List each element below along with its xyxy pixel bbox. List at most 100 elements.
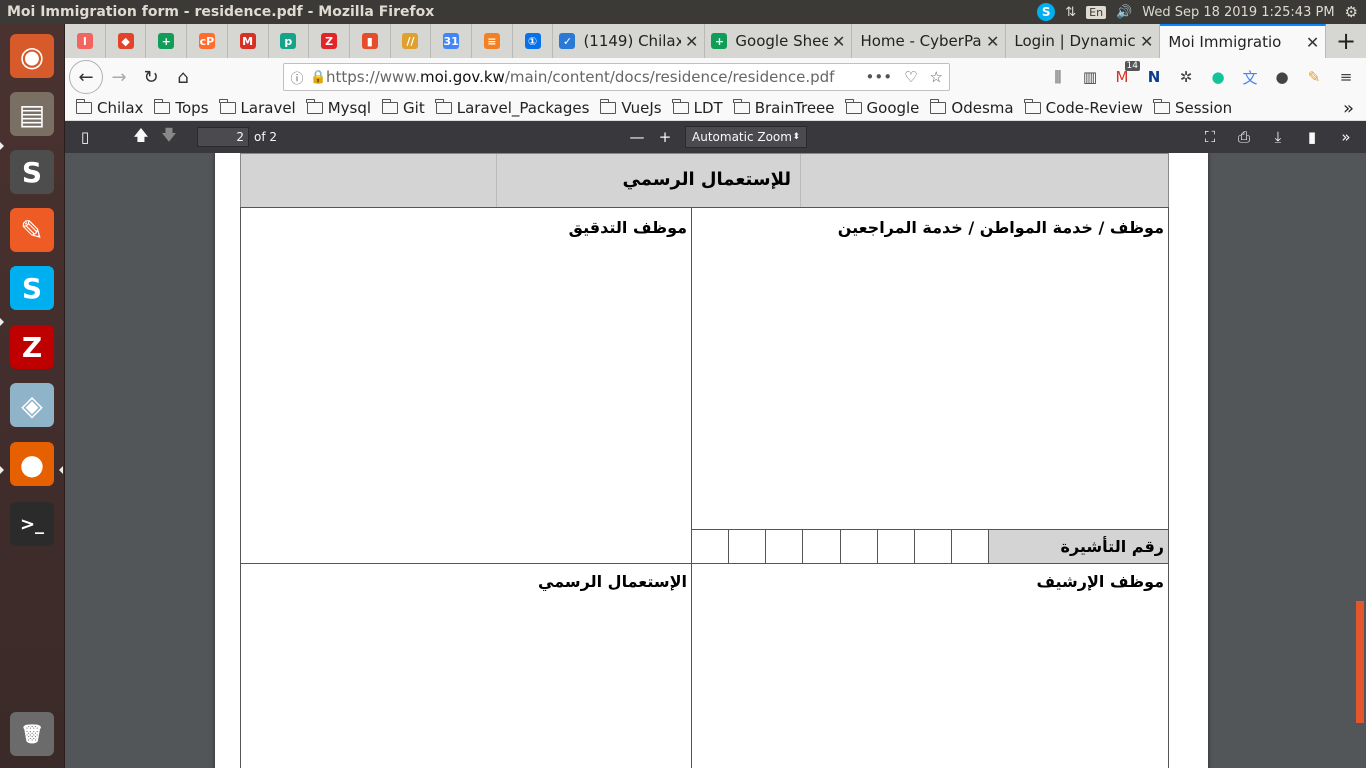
gitlab-tab-icon: ◆: [117, 33, 134, 49]
visa-digit-box[interactable]: [691, 529, 730, 564]
tab[interactable]: Home - CyberPan ✕: [852, 24, 1007, 58]
pinned-tab[interactable]: //: [391, 24, 432, 58]
section-title: للإستعمال الرسمي: [622, 169, 791, 190]
launcher-item[interactable]: S: [6, 146, 58, 198]
skype-tray-icon[interactable]: S: [1037, 3, 1056, 21]
bookmark-folder[interactable]: Chilax: [75, 99, 143, 117]
pinned-tab[interactable]: ▮: [350, 24, 391, 58]
forward-button[interactable]: →: [103, 61, 135, 93]
launcher-item[interactable]: Z: [6, 321, 58, 373]
library-icon[interactable]: ⫼: [1046, 65, 1070, 89]
keyboard-language-indicator[interactable]: En: [1086, 5, 1107, 19]
citizen-service-officer-label: موظف / خدمة المواطن / خدمة المراجعين: [837, 218, 1164, 237]
bookmarks-overflow-icon[interactable]: »: [1343, 98, 1354, 119]
vertical-scrollbar-thumb[interactable]: [1356, 601, 1364, 723]
translate-icon[interactable]: 文: [1238, 65, 1262, 89]
bookmark-folder[interactable]: Google: [845, 99, 919, 117]
visa-digit-box[interactable]: [913, 529, 952, 564]
reload-button[interactable]: ↻: [135, 61, 167, 93]
visa-digit-box[interactable]: [728, 529, 767, 564]
bookmark-folder[interactable]: LDT: [672, 99, 723, 117]
tab[interactable]: + Google Sheets✕: [705, 24, 853, 58]
bookmark-folder[interactable]: Session: [1153, 99, 1232, 117]
close-tab-icon[interactable]: ✕: [1140, 32, 1153, 51]
zoom-out-button[interactable]: —: [623, 125, 651, 149]
zoom-in-button[interactable]: +: [651, 125, 679, 149]
launcher-item[interactable]: 🗑: [6, 708, 58, 760]
download-button[interactable]: ⤓: [1264, 125, 1292, 149]
clock[interactable]: Wed Sep 18 2019 1:25:43 PM: [1142, 5, 1334, 20]
bookmark-folder[interactable]: Code-Review: [1024, 99, 1143, 117]
pinned-tab[interactable]: M: [228, 24, 269, 58]
pencil-extension-icon[interactable]: ✎: [1302, 65, 1326, 89]
pocket-icon[interactable]: ♡: [904, 68, 917, 86]
pinned-tab[interactable]: ◆: [106, 24, 147, 58]
launcher-item[interactable]: ◉: [6, 30, 58, 82]
volume-icon[interactable]: 🔊: [1116, 5, 1132, 20]
launcher-item[interactable]: ●: [6, 438, 58, 490]
tab[interactable]: Login | Dynamic C✕: [1006, 24, 1161, 58]
toggle-sidebar-button[interactable]: ▯: [71, 125, 99, 149]
site-info-icon[interactable]: ⓘ: [284, 68, 310, 87]
pinned-tab[interactable]: Z: [309, 24, 350, 58]
bookmark-folder[interactable]: BrainTreee: [733, 99, 835, 117]
account-icon[interactable]: ●: [1270, 65, 1294, 89]
power-gear-icon[interactable]: ⚙: [1345, 3, 1358, 21]
bookmark-folder[interactable]: Laravel: [219, 99, 296, 117]
visa-digit-box[interactable]: [876, 529, 915, 564]
back-button[interactable]: ←: [69, 60, 103, 94]
close-tab-icon[interactable]: ✕: [685, 32, 698, 51]
launcher-item[interactable]: ✎: [6, 204, 58, 256]
sidebar-icon[interactable]: ▥: [1078, 65, 1102, 89]
bookmark-folder[interactable]: Odesma: [929, 99, 1014, 117]
tab-active[interactable]: Moi Immigratio ✕: [1160, 24, 1327, 58]
visa-digit-box[interactable]: [950, 529, 989, 564]
gear-extension-icon[interactable]: ✲: [1174, 65, 1198, 89]
launcher-item[interactable]: S: [6, 262, 58, 314]
page-number-input[interactable]: 2: [197, 127, 249, 147]
menu-hamburger-icon[interactable]: ≡: [1334, 65, 1358, 89]
tab[interactable]: ✓ (1149) Chilax /✕: [553, 24, 706, 58]
presentation-mode-button[interactable]: ⛶: [1196, 125, 1224, 149]
bookmark-star-icon[interactable]: ☆: [930, 68, 943, 86]
pinned-tab[interactable]: ≡: [472, 24, 513, 58]
n-extension-icon[interactable]: N: [1142, 65, 1166, 89]
bookmark-folder[interactable]: Mysql: [306, 99, 372, 117]
pdf-viewer-container[interactable]: للإستعمال الرسمي موظف التدقيق موظف / خدم…: [65, 153, 1366, 768]
bookmark-folder[interactable]: Laravel_Packages: [435, 99, 589, 117]
close-tab-icon[interactable]: ✕: [832, 32, 845, 51]
new-tab-button[interactable]: +: [1326, 24, 1366, 58]
home-button[interactable]: ⌂: [167, 61, 199, 93]
launcher-item[interactable]: ◈: [6, 379, 58, 431]
pinned-tab[interactable]: 31: [431, 24, 473, 58]
grammarly-icon[interactable]: ●: [1206, 65, 1230, 89]
pinned-tab[interactable]: +: [146, 24, 188, 58]
url-bar[interactable]: ⓘ 🔒 https://www. moi.gov.kw/main/content/…: [283, 63, 950, 91]
plus-icon: +: [658, 128, 672, 146]
previous-page-button[interactable]: 🡅: [127, 125, 155, 149]
zoom-select[interactable]: Automatic Zoom ⬍: [685, 126, 808, 148]
launcher-item[interactable]: ▤: [6, 88, 58, 140]
bookmark-folder[interactable]: Git: [381, 99, 425, 117]
pinned-tab[interactable]: l: [65, 24, 106, 58]
bookmark-folder[interactable]: Tops: [153, 99, 209, 117]
launcher-item[interactable]: >_: [6, 498, 58, 550]
next-page-button[interactable]: 🡇: [155, 125, 183, 149]
close-tab-icon[interactable]: ✕: [1306, 33, 1319, 52]
visa-digit-box[interactable]: [802, 529, 841, 564]
print-button[interactable]: ⎙: [1230, 125, 1258, 149]
pinned-tab[interactable]: ①: [513, 24, 554, 58]
visa-digit-box[interactable]: [765, 529, 804, 564]
bookmark-button[interactable]: ▮: [1298, 125, 1326, 149]
pinned-tab[interactable]: p: [269, 24, 310, 58]
page-actions-icon[interactable]: •••: [866, 68, 893, 86]
bookmark-folder[interactable]: VueJs: [599, 99, 662, 117]
gmail-notifier-icon[interactable]: M 14: [1110, 61, 1140, 89]
visa-digit-box[interactable]: [839, 529, 878, 564]
pinned-tab[interactable]: cP: [187, 24, 228, 58]
tools-button[interactable]: »: [1332, 125, 1360, 149]
folder-icon: [733, 99, 750, 114]
network-icon[interactable]: ⇅: [1065, 5, 1076, 20]
bookmark-folder-label: Mysql: [327, 99, 372, 117]
close-tab-icon[interactable]: ✕: [986, 32, 999, 51]
